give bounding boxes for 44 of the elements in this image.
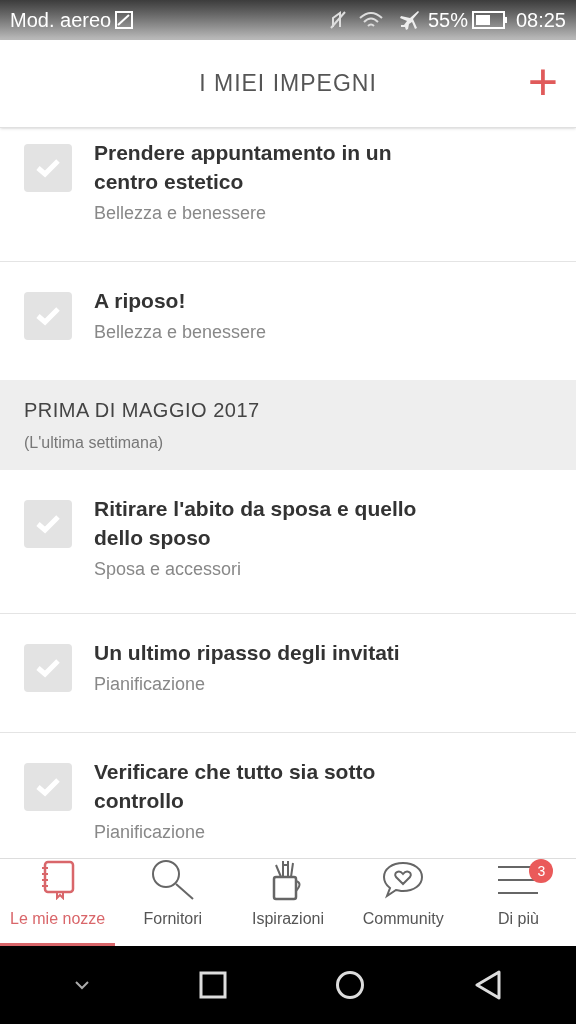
menu-icon bbox=[497, 863, 540, 897]
search-icon bbox=[150, 859, 195, 901]
check-icon bbox=[35, 306, 61, 326]
task-title[interactable]: Prendere appuntamento in un centro estetico bbox=[94, 138, 439, 196]
task-category: Pianificazione bbox=[94, 821, 207, 844]
task-title[interactable]: Verificare che tutto sia sotto controllo bbox=[94, 757, 439, 815]
check-icon bbox=[35, 658, 61, 678]
checkbox[interactable] bbox=[24, 644, 72, 692]
add-button[interactable]: + bbox=[527, 58, 558, 106]
check-icon bbox=[35, 514, 61, 534]
nav-tab[interactable]: 3 Di più bbox=[460, 859, 576, 946]
task-category: Sposa e accessori bbox=[94, 558, 243, 581]
task-title[interactable]: A riposo! bbox=[94, 286, 439, 315]
notebook-icon bbox=[39, 860, 76, 900]
section-title: PRIMA DI MAGGIO 2017 bbox=[24, 398, 261, 423]
check-icon bbox=[35, 158, 61, 178]
section-subtitle: (L'ultima settimana) bbox=[24, 433, 165, 453]
image-icon bbox=[115, 11, 134, 29]
task-category: Bellezza e benessere bbox=[94, 321, 268, 344]
mute-icon bbox=[327, 10, 348, 30]
task-title[interactable]: Ritirare l'abito da sposa e quello dello sposo bbox=[94, 494, 439, 552]
checkbox[interactable] bbox=[24, 292, 72, 340]
nav-tab[interactable]: Community bbox=[345, 859, 461, 946]
check-icon bbox=[35, 777, 61, 797]
airplane-icon bbox=[397, 9, 420, 31]
task-category: Bellezza e benessere bbox=[94, 202, 268, 225]
heart-chat-icon bbox=[382, 860, 425, 900]
notification-badge: 3 bbox=[529, 859, 554, 883]
chevron-down-icon[interactable] bbox=[74, 980, 91, 990]
checkbox[interactable] bbox=[24, 500, 72, 548]
back-icon[interactable] bbox=[473, 970, 502, 1000]
checkbox[interactable] bbox=[24, 144, 72, 192]
nav-tab[interactable]: Ispirazioni bbox=[230, 859, 346, 946]
home-icon[interactable] bbox=[335, 970, 366, 1000]
battery-percent: 55% bbox=[427, 8, 468, 33]
checkbox[interactable] bbox=[24, 763, 72, 811]
battery-icon bbox=[471, 11, 508, 29]
nav-tab[interactable]: Fornitori bbox=[115, 859, 231, 946]
screen-title: I MIEI IMPEGNI bbox=[199, 69, 377, 99]
task-title[interactable]: Un ultimo ripasso degli invitati bbox=[94, 638, 439, 667]
carrier-label: Mod. aereo bbox=[10, 8, 112, 33]
recents-icon[interactable] bbox=[198, 971, 227, 999]
task-category: Pianificazione bbox=[94, 673, 207, 696]
clock-time: 08:25 bbox=[515, 8, 566, 33]
